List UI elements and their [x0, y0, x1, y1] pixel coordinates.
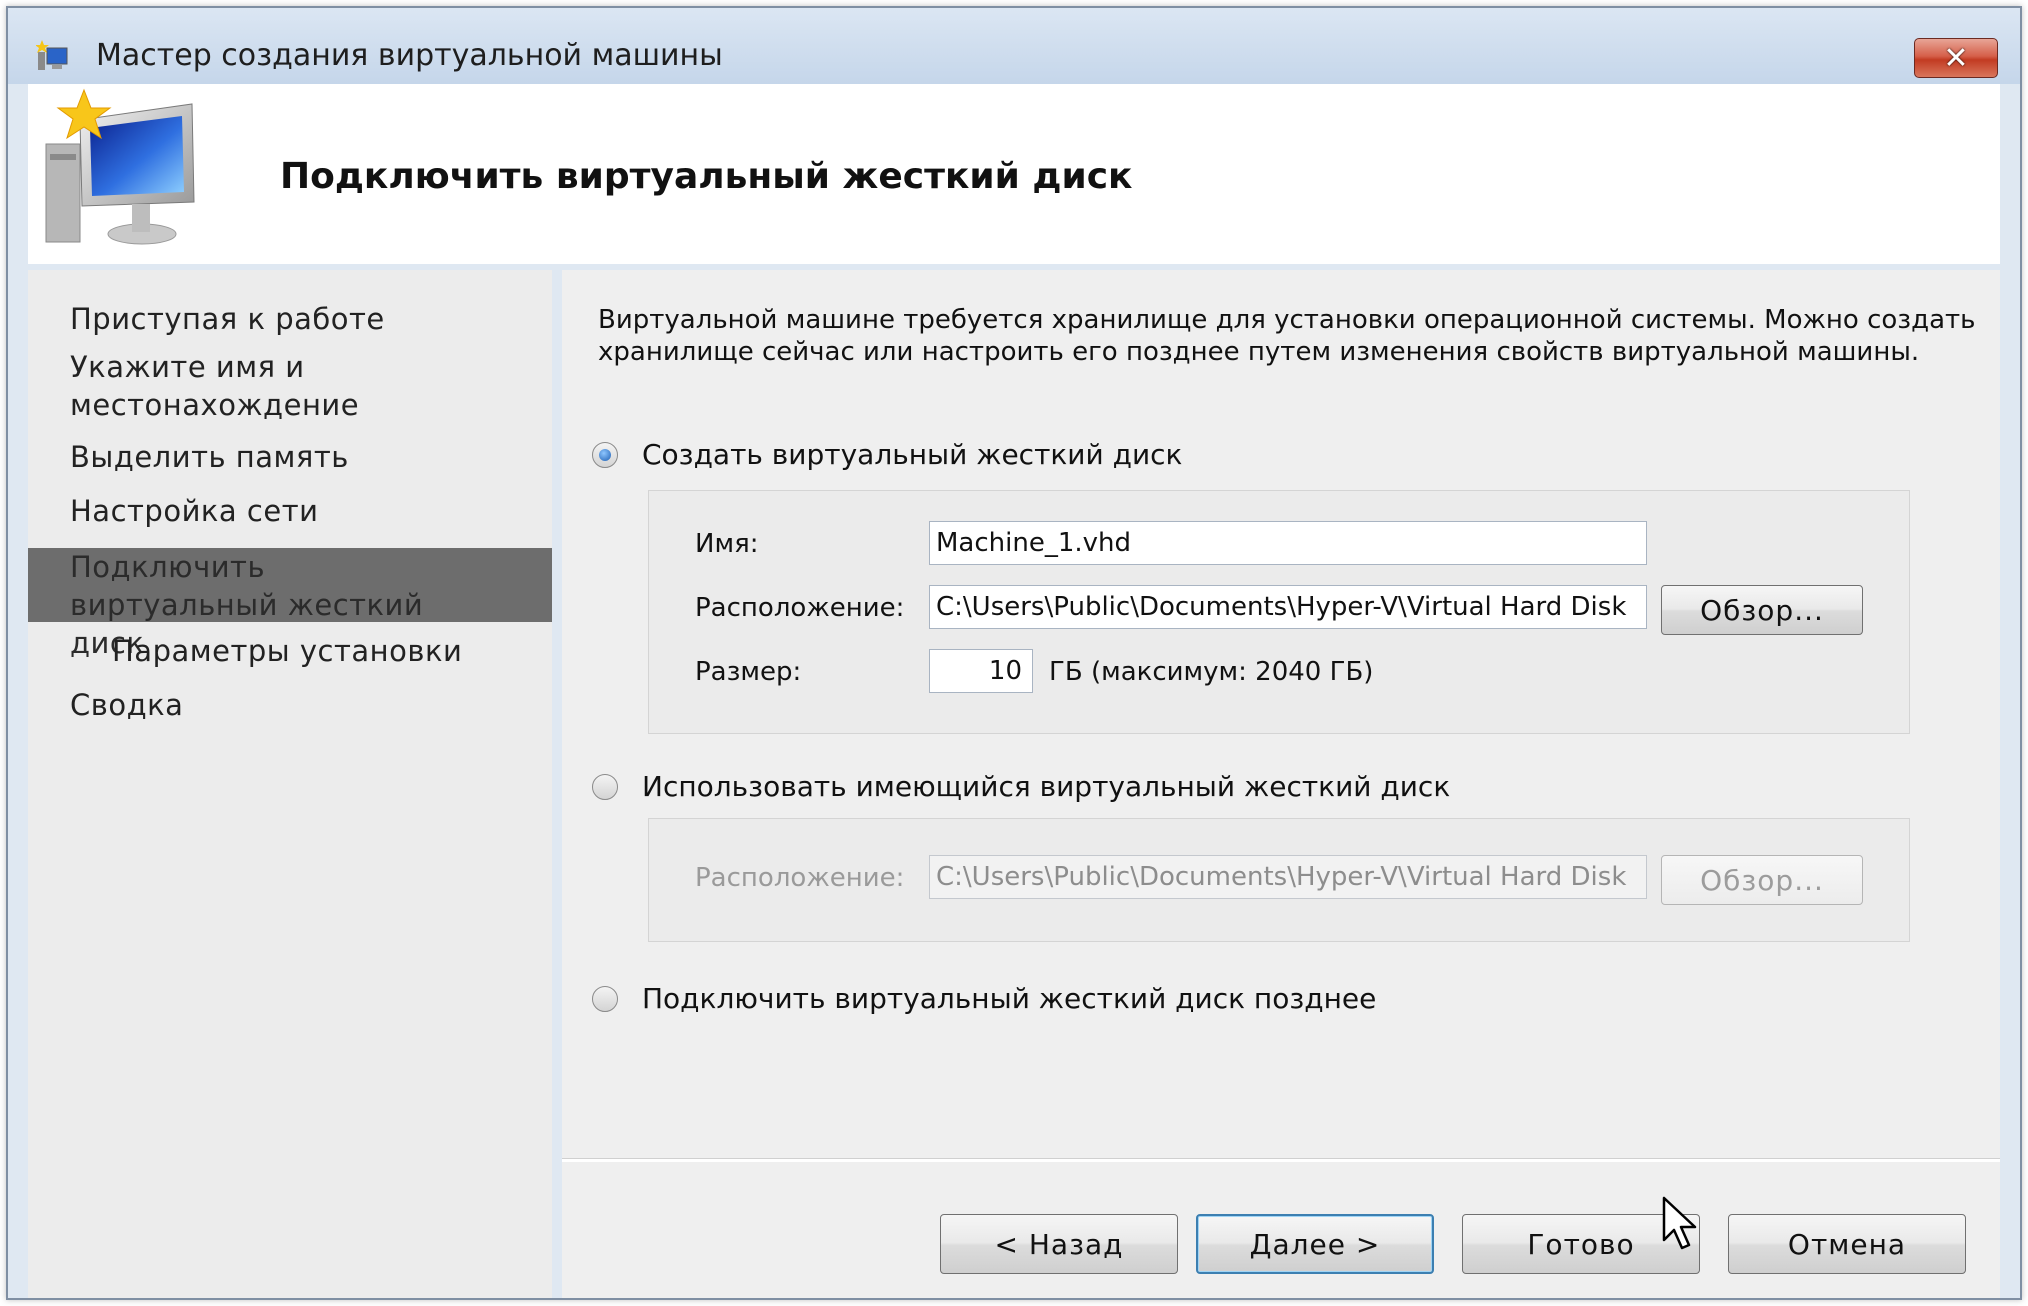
browse-button[interactable]: Обзор...: [1661, 585, 1863, 635]
radio-button[interactable]: [592, 441, 618, 468]
next-button-label: Далее >: [1249, 1227, 1381, 1261]
size-label: Размер:: [695, 657, 802, 687]
radio-attach-later[interactable]: Подключить виртуальный жесткий диск позд…: [592, 982, 1376, 1015]
radio-button[interactable]: [592, 773, 618, 800]
existing-location-label: Расположение:: [695, 863, 905, 893]
size-hint: ГБ (максимум: 2040 ГБ): [1049, 657, 1374, 687]
nav-step-label: Приступая к работе: [70, 302, 385, 336]
location-input[interactable]: C:\Users\Public\Documents\Hyper-V\Virtua…: [929, 585, 1647, 629]
browse-button-label: Обзор...: [1700, 593, 1824, 627]
nav-step-label: Выделить память: [70, 440, 349, 474]
virtual-machine-icon: [45, 88, 195, 245]
existing-browse-button[interactable]: Обзор...: [1661, 855, 1863, 905]
nav-step-install-options[interactable]: Параметры установки: [28, 632, 552, 670]
wizard-window: Мастер создания виртуальной машины ✕ Под…: [6, 6, 2022, 1300]
create-disk-group: Имя: Machine_1.vhd Расположение: C:\User…: [648, 490, 1910, 734]
cancel-button-label: Отмена: [1787, 1227, 1907, 1261]
radio-label: Создать виртуальный жесткий диск: [642, 438, 1183, 471]
nav-step-label: Параметры установки: [112, 634, 463, 668]
wizard-header: Подключить виртуальный жесткий диск: [28, 84, 2000, 264]
nav-step-summary[interactable]: Сводка: [28, 686, 552, 724]
finish-button-label: Готово: [1527, 1227, 1635, 1261]
wizard-footer: < Назад Далее > Готово Отмена: [562, 1162, 2000, 1298]
name-label: Имя:: [695, 529, 759, 559]
nav-step-name-location[interactable]: Укажите имя и местонахождение: [28, 348, 359, 424]
nav-step-getting-started[interactable]: Приступая к работе: [28, 300, 552, 338]
radio-button[interactable]: [592, 985, 618, 1012]
name-input[interactable]: Machine_1.vhd: [929, 521, 1647, 565]
existing-disk-group: Расположение: C:\Users\Public\Documents\…: [648, 818, 1910, 942]
mouse-cursor-icon: [1662, 1196, 1697, 1250]
wizard-steps-nav: Приступая к работе Укажите имя и местона…: [28, 270, 552, 1298]
radio-label: Использовать имеющийся виртуальный жестк…: [642, 770, 1451, 803]
nav-step-label: Настройка сети: [70, 494, 319, 528]
browse-button-label: Обзор...: [1700, 863, 1824, 897]
next-button[interactable]: Далее >: [1196, 1214, 1434, 1274]
existing-location-input[interactable]: C:\Users\Public\Documents\Hyper-V\Virtua…: [929, 855, 1647, 899]
radio-create-disk[interactable]: Создать виртуальный жесткий диск: [592, 438, 1182, 471]
nav-step-label: Сводка: [70, 688, 184, 722]
location-label: Расположение:: [695, 593, 905, 623]
title-bar[interactable]: Мастер создания виртуальной машины ✕: [8, 8, 2020, 84]
cancel-button[interactable]: Отмена: [1728, 1214, 1966, 1274]
wizard-app-icon: [36, 40, 68, 70]
nav-step-memory[interactable]: Выделить память: [28, 438, 552, 476]
close-icon: ✕: [1943, 40, 1969, 76]
nav-step-network[interactable]: Настройка сети: [28, 492, 552, 530]
intro-text: Виртуальной машине требуется хранилище д…: [598, 305, 1976, 367]
wizard-content: Виртуальной машине требуется хранилище д…: [562, 270, 2000, 1158]
radio-label: Подключить виртуальный жесткий диск позд…: [642, 982, 1377, 1015]
page-title: Подключить виртуальный жесткий диск: [280, 156, 1133, 197]
close-button[interactable]: ✕: [1914, 38, 1998, 78]
nav-step-label: Укажите имя и местонахождение: [70, 350, 360, 422]
nav-step-virtual-disk[interactable]: Подключить виртуальный жесткий диск: [28, 548, 552, 660]
window-title: Мастер создания виртуальной машины: [96, 38, 723, 73]
back-button[interactable]: < Назад: [940, 1214, 1178, 1274]
radio-existing-disk[interactable]: Использовать имеющийся виртуальный жестк…: [592, 770, 1450, 803]
size-input[interactable]: 10: [929, 649, 1033, 693]
back-button-label: < Назад: [994, 1227, 1124, 1261]
